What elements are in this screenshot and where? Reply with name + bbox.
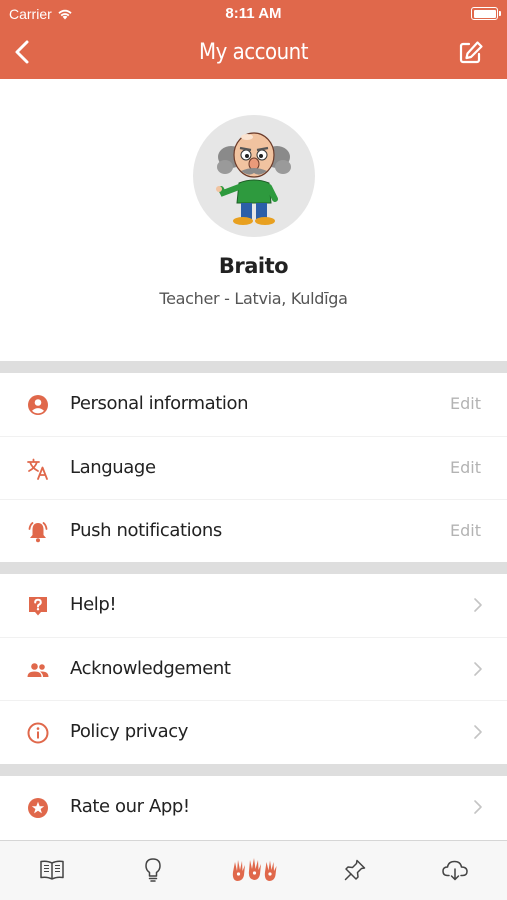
translate-icon: [27, 458, 48, 480]
rate-app-row[interactable]: Rate our App!: [0, 776, 507, 839]
section-divider: [0, 764, 507, 776]
settings-row-personal-information[interactable]: Personal information Edit: [0, 373, 507, 436]
tab-pinned[interactable]: [335, 853, 375, 887]
hands-logo-icon: [232, 858, 277, 881]
edit-link[interactable]: Edit: [450, 521, 481, 540]
page-title: My account: [199, 40, 308, 65]
chevron-right-icon: [474, 662, 482, 676]
tab-bar: [0, 840, 507, 900]
settings-row-label: Personal information: [70, 393, 249, 414]
tab-ideas[interactable]: [133, 853, 173, 887]
clock: 8:11 AM: [225, 5, 282, 22]
tab-downloads[interactable]: [435, 853, 475, 887]
pin-icon: [344, 859, 366, 881]
settings-row-label: Push notifications: [70, 520, 222, 541]
app-header: Carrier 8:11 AM My account: [0, 0, 507, 79]
edit-link[interactable]: Edit: [450, 394, 481, 413]
edit-button[interactable]: [457, 39, 485, 67]
support-row-label: Acknowledgement: [70, 658, 231, 679]
profile-subtitle: Teacher - Latvia, Kuldīga: [159, 289, 348, 308]
support-row-policy-privacy[interactable]: Policy privacy: [0, 701, 507, 764]
professor-avatar-image: [216, 132, 291, 225]
cloud-download-icon: [442, 860, 468, 881]
section-divider: [0, 562, 507, 574]
support-row-label: Policy privacy: [70, 721, 188, 742]
rate-app-label: Rate our App!: [70, 796, 190, 817]
chevron-right-icon: [474, 725, 482, 739]
settings-row-label: Language: [70, 457, 156, 478]
book-icon: [40, 860, 64, 880]
people-icon: [27, 663, 49, 677]
settings-row-push-notifications[interactable]: Push notifications Edit: [0, 500, 507, 563]
bell-icon: [28, 522, 48, 543]
info-icon: [27, 722, 49, 744]
settings-row-language[interactable]: Language Edit: [0, 437, 507, 500]
battery-icon: [471, 7, 501, 20]
profile-card: Braito Teacher - Latvia, Kuldīga: [0, 79, 507, 361]
tab-book[interactable]: [32, 853, 72, 887]
status-bar: Carrier 8:11 AM: [0, 0, 507, 28]
section-divider: [0, 361, 507, 373]
help-icon: [29, 597, 47, 616]
support-row-acknowledgement[interactable]: Acknowledgement: [0, 638, 507, 701]
tab-home[interactable]: [228, 853, 282, 887]
lightbulb-icon: [145, 858, 161, 882]
avatar[interactable]: [193, 115, 315, 237]
star-icon: [28, 798, 48, 818]
chevron-right-icon: [474, 800, 482, 814]
edit-link[interactable]: Edit: [450, 458, 481, 477]
support-row-label: Help!: [70, 594, 117, 615]
person-icon: [28, 395, 48, 415]
profile-name: Braito: [218, 254, 289, 278]
chevron-right-icon: [474, 598, 482, 612]
support-row-help[interactable]: Help!: [0, 574, 507, 637]
